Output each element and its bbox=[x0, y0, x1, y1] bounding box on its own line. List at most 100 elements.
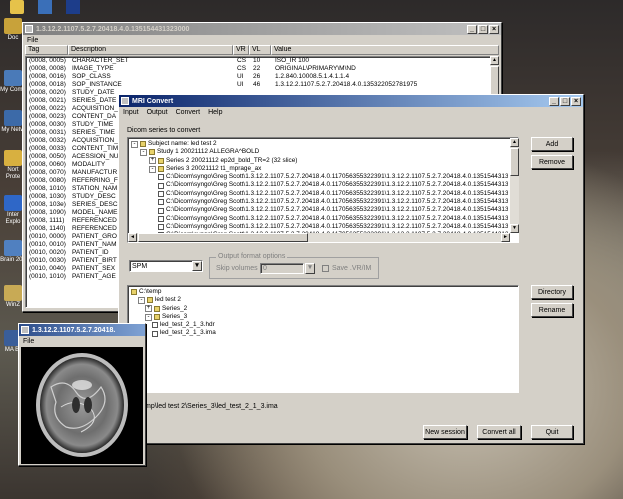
vl-cell: 26 bbox=[253, 73, 261, 80]
scroll-up-icon[interactable]: ▲ bbox=[490, 56, 499, 65]
desktop-top-icons bbox=[10, 0, 80, 16]
convert-titlebar[interactable]: MRI Convert _ □ × bbox=[119, 95, 583, 107]
tree-item[interactable]: C:\temp bbox=[131, 288, 515, 296]
menu-input[interactable]: Input bbox=[123, 109, 139, 116]
expand-icon[interactable]: + bbox=[149, 157, 156, 165]
add-button[interactable]: Add bbox=[531, 137, 573, 151]
table-row[interactable]: (0008, 0018) SOP_INSTANCE UI 46 1.3.12.2.110… bbox=[26, 81, 498, 89]
close-icon[interactable]: × bbox=[489, 24, 499, 34]
scroll-up-icon[interactable]: ▲ bbox=[510, 138, 519, 147]
tree-item[interactable]: - Series_3 bbox=[131, 313, 515, 321]
tree-item[interactable]: + Series_2 bbox=[131, 305, 515, 313]
scroll-right-icon[interactable]: ► bbox=[501, 233, 510, 242]
desktop-icon-label: Doc bbox=[7, 35, 19, 41]
chevron-down-icon[interactable]: ▾ bbox=[192, 261, 202, 271]
minimize-icon[interactable]: _ bbox=[549, 96, 559, 106]
desktop-icon-label: Nort Prote bbox=[5, 167, 21, 180]
collapse-icon[interactable]: - bbox=[138, 296, 145, 304]
tag-cell: (0008, 0070) bbox=[29, 169, 66, 176]
output-tree[interactable]: C:\temp - led test 2 + Series_2- Series_3 led_… bbox=[127, 285, 519, 393]
expand-icon[interactable]: + bbox=[145, 305, 152, 313]
tag-cell: (0008, 1090) bbox=[29, 209, 66, 216]
convert-all-button[interactable]: Convert all bbox=[477, 425, 521, 439]
folder-icon[interactable] bbox=[10, 0, 24, 14]
file-icon bbox=[158, 190, 164, 197]
collapse-icon[interactable]: - bbox=[140, 148, 147, 156]
scroll-thumb[interactable] bbox=[138, 233, 308, 242]
tree-item[interactable]: C:\Dicom\syngo\Greg Scott\1.3.12.2.1107.… bbox=[131, 190, 508, 198]
vl-cell: 22 bbox=[253, 65, 261, 72]
col-vr[interactable]: VR bbox=[233, 45, 249, 55]
series-scrollbar[interactable]: ▲ ▼ bbox=[510, 138, 519, 233]
save-checkbox[interactable] bbox=[322, 265, 329, 272]
tree-item[interactable]: - Subject name: led test 2 bbox=[131, 140, 508, 148]
image-menubar: File bbox=[19, 336, 145, 346]
menu-file[interactable]: File bbox=[27, 37, 38, 44]
menu-help[interactable]: Help bbox=[208, 109, 222, 116]
tree-item[interactable]: - Study 1 20021112 ALLEGRA^BOLD bbox=[131, 148, 508, 156]
quit-button[interactable]: Quit bbox=[531, 425, 573, 439]
remove-button[interactable]: Remove bbox=[531, 155, 573, 169]
dicom-table-header: Tag Description VR VL Value bbox=[25, 45, 499, 55]
minimize-icon[interactable]: _ bbox=[467, 24, 477, 34]
scroll-down-icon[interactable]: ▼ bbox=[510, 224, 519, 233]
file-icon bbox=[152, 330, 158, 337]
image-titlebar[interactable]: 1.3.12.2.1107.5.2.7.20418. bbox=[19, 324, 145, 336]
collapse-icon[interactable]: - bbox=[149, 165, 156, 173]
maximize-icon[interactable]: □ bbox=[478, 24, 488, 34]
col-description[interactable]: Description bbox=[68, 45, 233, 55]
tree-item[interactable]: + Series 2 20021112 ep2d_bold_TR=2 (32 sl… bbox=[131, 157, 508, 165]
tree-item[interactable]: C:\Dicom\syngo\Greg Scott\1.3.12.2.1107.… bbox=[131, 223, 508, 231]
tree-item[interactable]: - led test 2 bbox=[131, 296, 515, 304]
tag-cell: (0008, 0016) bbox=[29, 73, 66, 80]
tag-cell: (0008, 0031) bbox=[29, 129, 66, 136]
grid-icon[interactable] bbox=[66, 0, 80, 14]
tag-cell: (0008, 0022) bbox=[29, 105, 66, 112]
value-cell: 1.3.12.2.1107.5.2.7.20418.4.0.1353220527… bbox=[275, 81, 418, 88]
menu-file[interactable]: File bbox=[23, 338, 34, 345]
tree-item-label: C:\Dicom\syngo\Greg Scott\1.3.12.2.1107.… bbox=[166, 222, 508, 230]
skip-volumes-field[interactable]: 0 bbox=[260, 263, 304, 274]
series-tree[interactable]: - Subject name: led test 2- Study 1 200211… bbox=[127, 137, 519, 243]
tree-item[interactable]: C:\Dicom\syngo\Greg Scott\1.3.12.2.1107.… bbox=[131, 181, 508, 189]
folder-icon bbox=[154, 314, 160, 321]
rename-button[interactable]: Rename bbox=[531, 303, 573, 317]
collapse-icon[interactable]: - bbox=[131, 140, 138, 148]
tree-item[interactable]: led_test_2_1_3.hdr bbox=[131, 321, 515, 329]
tree-item[interactable]: led_test_2_1_3.ima bbox=[131, 329, 515, 337]
table-row[interactable]: (0008, 0008) IMAGE_TYPE CS 22 ORIGINAL\PRIMA… bbox=[26, 65, 498, 73]
tree-item[interactable]: C:\Dicom\syngo\Greg Scott\1.3.12.2.1107.… bbox=[131, 173, 508, 181]
app-icon bbox=[25, 25, 33, 33]
application-icon[interactable] bbox=[38, 0, 52, 14]
menu-output[interactable]: Output bbox=[147, 109, 168, 116]
directory-button[interactable]: Directory bbox=[531, 285, 573, 299]
format-select[interactable]: SPM ▾ bbox=[129, 260, 203, 272]
tree-item[interactable]: C:\Dicom\syngo\Greg Scott\1.3.12.2.1107.… bbox=[131, 198, 508, 206]
tag-cell: (0010, 0000) bbox=[29, 233, 66, 240]
col-value[interactable]: Value bbox=[271, 45, 499, 55]
table-row[interactable]: (0008, 0016) SOP_CLASS UI 26 1.2.840.10008.5… bbox=[26, 73, 498, 81]
scroll-left-icon[interactable]: ◄ bbox=[128, 233, 137, 242]
value-cell: ORIGINAL\PRIMARY\M\ND bbox=[275, 65, 356, 72]
new-session-button[interactable]: New session bbox=[423, 425, 467, 439]
value-cell: ISO_IR 100 bbox=[275, 57, 309, 64]
folder-icon bbox=[149, 149, 155, 156]
tree-item[interactable]: C:\Dicom\syngo\Greg Scott\1.3.12.2.1107.… bbox=[131, 215, 508, 223]
scroll-thumb[interactable] bbox=[510, 148, 519, 176]
collapse-icon[interactable]: - bbox=[145, 313, 152, 321]
dicom-titlebar[interactable]: 1.3.12.2.1107.5.2.7.20418.4.0.1351544313… bbox=[23, 23, 501, 35]
col-vl[interactable]: VL bbox=[249, 45, 271, 55]
table-row[interactable]: (0008, 0005) CHARACTER_SET CS 10 ISO_IR 100 bbox=[26, 57, 498, 65]
tree-item[interactable]: - Series 3 20021112 t1_mprage_ax bbox=[131, 165, 508, 173]
tree-item[interactable]: C:\Dicom\syngo\Greg Scott\1.3.12.2.1107.… bbox=[131, 206, 508, 214]
convert-title: MRI Convert bbox=[132, 97, 174, 105]
description-cell: SOP_CLASS bbox=[72, 73, 111, 80]
menu-convert[interactable]: Convert bbox=[176, 109, 201, 116]
series-hscrollbar[interactable]: ◄ ► bbox=[128, 233, 510, 242]
description-cell: IMAGE_TYPE bbox=[72, 65, 114, 72]
app-icon bbox=[121, 97, 129, 105]
close-icon[interactable]: × bbox=[571, 96, 581, 106]
col-tag[interactable]: Tag bbox=[25, 45, 68, 55]
maximize-icon[interactable]: □ bbox=[560, 96, 570, 106]
skip-chevron-down-icon[interactable]: ▾ bbox=[305, 263, 315, 274]
